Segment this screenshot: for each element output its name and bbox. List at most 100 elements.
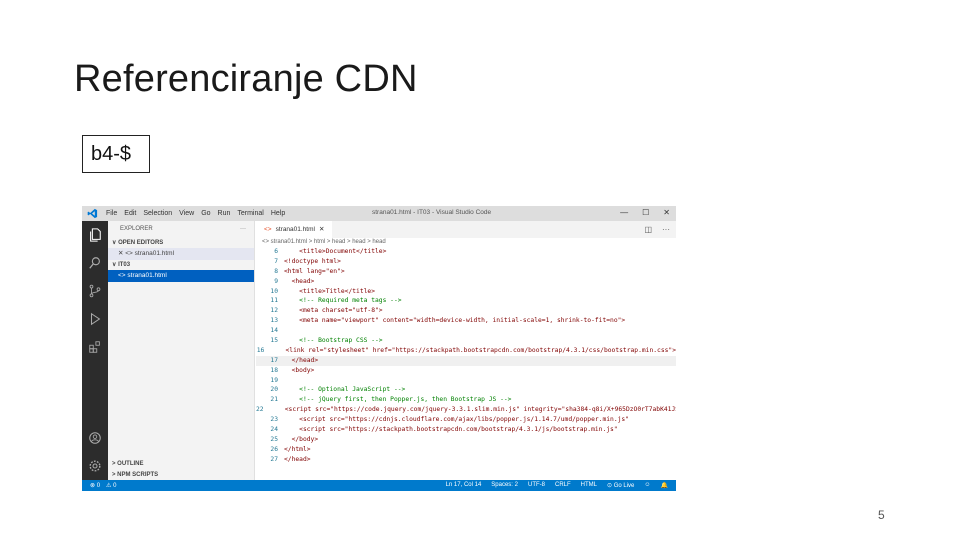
code-text: <!-- Required meta tags --> bbox=[284, 297, 402, 305]
code-area[interactable]: 6 <title>Document</title> 7 <!doctype html… bbox=[256, 247, 676, 465]
code-line[interactable]: 17 </head> bbox=[256, 355, 676, 366]
code-line[interactable]: 19 bbox=[256, 376, 676, 386]
line-number: 25 bbox=[270, 435, 278, 443]
warnings-indicator[interactable]: ⚠ 0 bbox=[106, 482, 116, 489]
code-text: <!doctype html> bbox=[284, 257, 341, 265]
language-mode[interactable]: HTML bbox=[581, 482, 597, 489]
account-icon[interactable] bbox=[82, 424, 108, 452]
tab-strana01[interactable]: <> strana01.html ✕ bbox=[256, 221, 333, 238]
vscode-logo-icon bbox=[82, 206, 102, 221]
line-number: 20 bbox=[270, 386, 278, 394]
go-live-button[interactable]: ⊙ Go Live bbox=[607, 482, 634, 489]
line-number: 26 bbox=[270, 445, 278, 453]
menu-item-go[interactable]: Go bbox=[201, 210, 210, 217]
run-debug-icon[interactable] bbox=[82, 305, 108, 333]
breadcrumb: <> strana01.html > html > head > head > … bbox=[262, 239, 386, 245]
file-item-strana01[interactable]: <> strana01.html bbox=[108, 270, 254, 282]
open-editor-item[interactable]: ✕ <> strana01.html bbox=[108, 248, 254, 260]
feedback-icon[interactable]: ☺ bbox=[644, 482, 650, 489]
code-text: <meta charset="utf-8"> bbox=[284, 307, 383, 315]
menu-item-view[interactable]: View bbox=[179, 210, 194, 217]
menu-item-help[interactable]: Help bbox=[271, 210, 285, 217]
outline-section[interactable]: > OUTLINE bbox=[108, 459, 255, 469]
line-number: 22 bbox=[256, 406, 264, 414]
code-text: <title>Document</title> bbox=[284, 248, 387, 255]
npm-scripts-section[interactable]: > NPM SCRIPTS bbox=[108, 470, 255, 480]
menu-item-edit[interactable]: Edit bbox=[124, 210, 136, 217]
code-line[interactable]: 20 <!-- Optional JavaScript --> bbox=[256, 385, 676, 395]
open-editors-section[interactable]: ∨ OPEN EDITORS bbox=[108, 238, 254, 248]
activity-bar bbox=[82, 221, 108, 480]
code-line[interactable]: 18 <body> bbox=[256, 366, 676, 376]
code-line[interactable]: 16 <link rel="stylesheet" href="https://… bbox=[256, 346, 676, 356]
html-file-icon: <> bbox=[264, 226, 272, 233]
close-button[interactable]: ✕ bbox=[663, 208, 670, 217]
code-line[interactable]: 14 bbox=[256, 326, 676, 336]
source-control-icon[interactable] bbox=[82, 277, 108, 305]
editor-actions: ◫ ··· bbox=[644, 225, 670, 234]
code-line[interactable]: 13 <meta name="viewport" content="width=… bbox=[256, 316, 676, 326]
cursor-position[interactable]: Ln 17, Col 14 bbox=[446, 482, 482, 489]
explorer-icon[interactable] bbox=[82, 221, 108, 249]
end-of-line[interactable]: CRLF bbox=[555, 482, 571, 489]
code-line[interactable]: 21 <!-- jQuery first, then Popper.js, th… bbox=[256, 395, 676, 405]
menu-item-selection[interactable]: Selection bbox=[143, 210, 172, 217]
more-actions-icon[interactable]: ··· bbox=[240, 221, 246, 238]
code-text: <title>Title</title> bbox=[284, 287, 375, 295]
code-text: <html lang="en"> bbox=[284, 267, 345, 275]
close-tab-icon[interactable]: ✕ bbox=[319, 221, 324, 238]
code-text: <script src="https://cdnjs.cloudflare.co… bbox=[284, 416, 629, 424]
editor-pane: <> strana01.html ✕ ◫ ··· <> strana01.htm… bbox=[256, 221, 676, 480]
snippet-box: b4-$ bbox=[82, 135, 150, 173]
menu-item-file[interactable]: File bbox=[106, 210, 117, 217]
code-text: <link rel="stylesheet" href="https://sta… bbox=[270, 346, 677, 354]
maximize-button[interactable]: ☐ bbox=[642, 208, 649, 217]
menu-item-terminal[interactable]: Terminal bbox=[237, 210, 263, 217]
split-editor-icon[interactable]: ◫ bbox=[644, 225, 652, 234]
code-line[interactable]: 12 <meta charset="utf-8"> bbox=[256, 306, 676, 316]
more-actions-icon[interactable]: ··· bbox=[662, 225, 670, 234]
code-text: <head> bbox=[284, 277, 315, 285]
code-text: <script src="https://stackpath.bootstrap… bbox=[284, 426, 618, 434]
code-line[interactable]: 26 </html> bbox=[256, 445, 676, 455]
errors-indicator[interactable]: ⊗ 0 bbox=[90, 482, 100, 489]
extensions-icon[interactable] bbox=[82, 333, 108, 361]
code-line[interactable]: 6 <title>Document</title> bbox=[256, 247, 676, 257]
code-text: <!-- Optional JavaScript --> bbox=[284, 386, 406, 394]
folder-section[interactable]: ∨ IT03 bbox=[108, 260, 254, 270]
notifications-icon[interactable]: 🔔 bbox=[661, 482, 668, 489]
code-line[interactable]: 10 <title>Title</title> bbox=[256, 287, 676, 297]
code-line[interactable]: 7 <!doctype html> bbox=[256, 257, 676, 267]
menu-bar: File Edit Selection View Go Run Terminal Help bbox=[106, 210, 285, 217]
code-text: <!-- jQuery first, then Popper.js, then … bbox=[284, 396, 512, 404]
encoding[interactable]: UTF-8 bbox=[528, 482, 545, 489]
line-number: 11 bbox=[270, 297, 278, 305]
search-icon[interactable] bbox=[82, 249, 108, 277]
window-controls: — ☐ ✕ bbox=[620, 208, 670, 217]
indentation[interactable]: Spaces: 2 bbox=[491, 482, 518, 489]
code-line[interactable]: 24 <script src="https://stackpath.bootst… bbox=[256, 425, 676, 435]
code-line[interactable]: 11 <!-- Required meta tags --> bbox=[256, 296, 676, 306]
minimize-button[interactable]: — bbox=[620, 208, 628, 217]
menu-item-run[interactable]: Run bbox=[218, 210, 231, 217]
code-text: </html> bbox=[284, 445, 311, 453]
code-line[interactable]: 9 <head> bbox=[256, 277, 676, 287]
code-line[interactable]: 25 </body> bbox=[256, 435, 676, 445]
line-number: 16 bbox=[256, 346, 265, 354]
code-text: <meta name="viewport" content="width=dev… bbox=[284, 317, 626, 325]
settings-gear-icon[interactable] bbox=[82, 452, 108, 480]
code-text: </head> bbox=[284, 455, 311, 463]
page-number: 5 bbox=[878, 508, 885, 522]
code-line[interactable]: 23 <script src="https://cdnjs.cloudflare… bbox=[256, 415, 676, 425]
line-number: 17 bbox=[270, 356, 278, 364]
line-number: 8 bbox=[274, 267, 278, 275]
line-number: 14 bbox=[270, 327, 278, 335]
line-number: 24 bbox=[270, 426, 278, 434]
code-line[interactable]: 8 <html lang="en"> bbox=[256, 267, 676, 277]
line-number: 12 bbox=[270, 307, 278, 315]
code-line[interactable]: 22 <script src="https://code.jquery.com/… bbox=[256, 405, 676, 415]
window-title: strana01.html - IT03 - Visual Studio Cod… bbox=[372, 209, 492, 216]
tab-bar: <> strana01.html ✕ ◫ ··· bbox=[256, 221, 676, 238]
code-line[interactable]: 27 </head> bbox=[256, 455, 676, 465]
code-line[interactable]: 15 <!-- Bootstrap CSS --> bbox=[256, 336, 676, 346]
